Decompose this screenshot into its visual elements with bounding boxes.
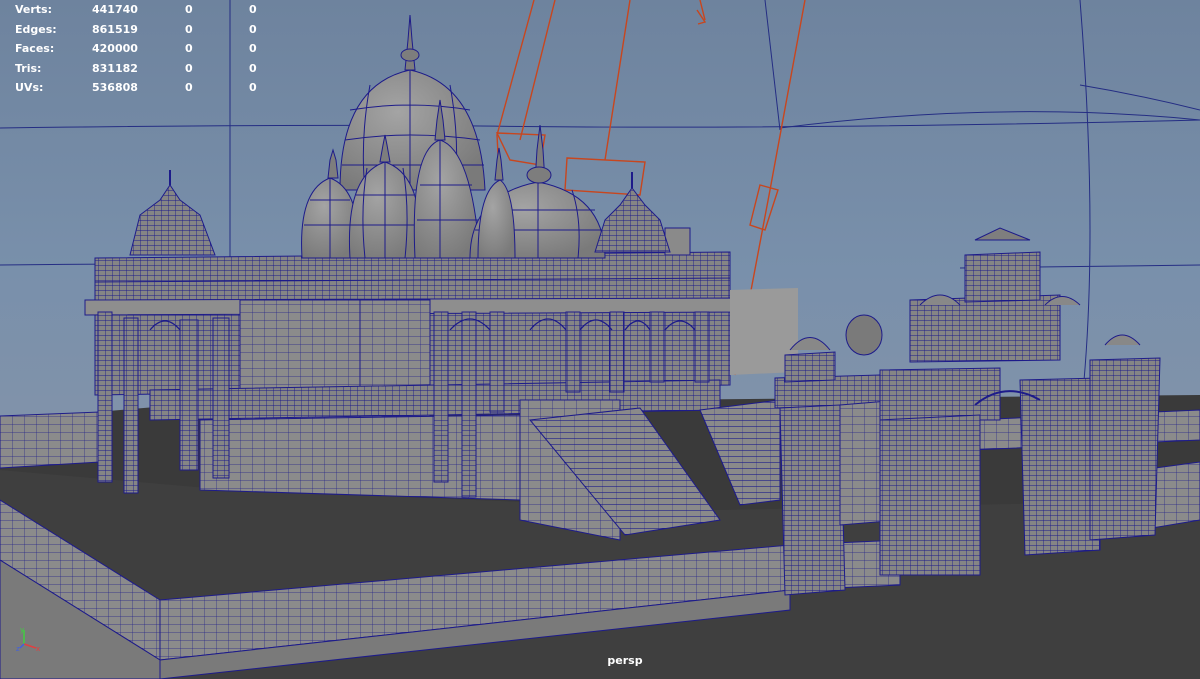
temple-domes xyxy=(301,69,606,259)
hud-label: Edges: xyxy=(15,22,57,36)
perspective-viewport[interactable]: Verts: 441740 0 0 Edges: 861519 0 0 Face… xyxy=(0,0,1200,679)
hud-row-edges: Edges: 861519 0 0 xyxy=(0,20,270,40)
hud-value: 0 xyxy=(249,42,257,55)
hud-value: 0 xyxy=(185,42,193,55)
hud-label: Faces: xyxy=(15,42,55,55)
axis-x-label: x xyxy=(36,645,40,652)
hud-value: 0 xyxy=(185,61,193,75)
hud-row-verts: Verts: 441740 0 0 xyxy=(0,0,270,20)
hud-value: 420000 xyxy=(92,42,138,55)
hud-value: 0 xyxy=(185,22,193,36)
hud-row-faces: Faces: 420000 0 0 xyxy=(0,39,270,59)
hud-value: 0 xyxy=(185,81,193,94)
hud-value: 0 xyxy=(249,61,257,75)
hud-value: 0 xyxy=(249,22,257,36)
hud-value: 441740 xyxy=(92,3,138,16)
hud-value: 0 xyxy=(185,3,193,16)
axis-y-label: y xyxy=(20,626,24,634)
hud-label: Verts: xyxy=(15,3,53,16)
hud-value: 861519 xyxy=(92,22,138,36)
axis-z-label: z xyxy=(16,645,20,652)
hud-label: UVs: xyxy=(15,81,44,94)
scene-3d-render[interactable] xyxy=(0,0,1200,679)
hud-value: 0 xyxy=(249,3,257,16)
poly-count-hud: Verts: 441740 0 0 Edges: 861519 0 0 Face… xyxy=(0,0,270,98)
hud-row-uvs: UVs: 536808 0 0 xyxy=(0,78,270,98)
camera-name-label: persp xyxy=(607,654,643,667)
axis-gizmo-icon: y x z xyxy=(16,626,40,652)
hud-label: Tris: xyxy=(15,61,42,75)
hud-row-tris: Tris: 831182 0 0 xyxy=(0,59,270,79)
hud-value: 536808 xyxy=(92,81,138,94)
hud-value: 831182 xyxy=(92,61,138,75)
hud-value: 0 xyxy=(249,81,257,94)
